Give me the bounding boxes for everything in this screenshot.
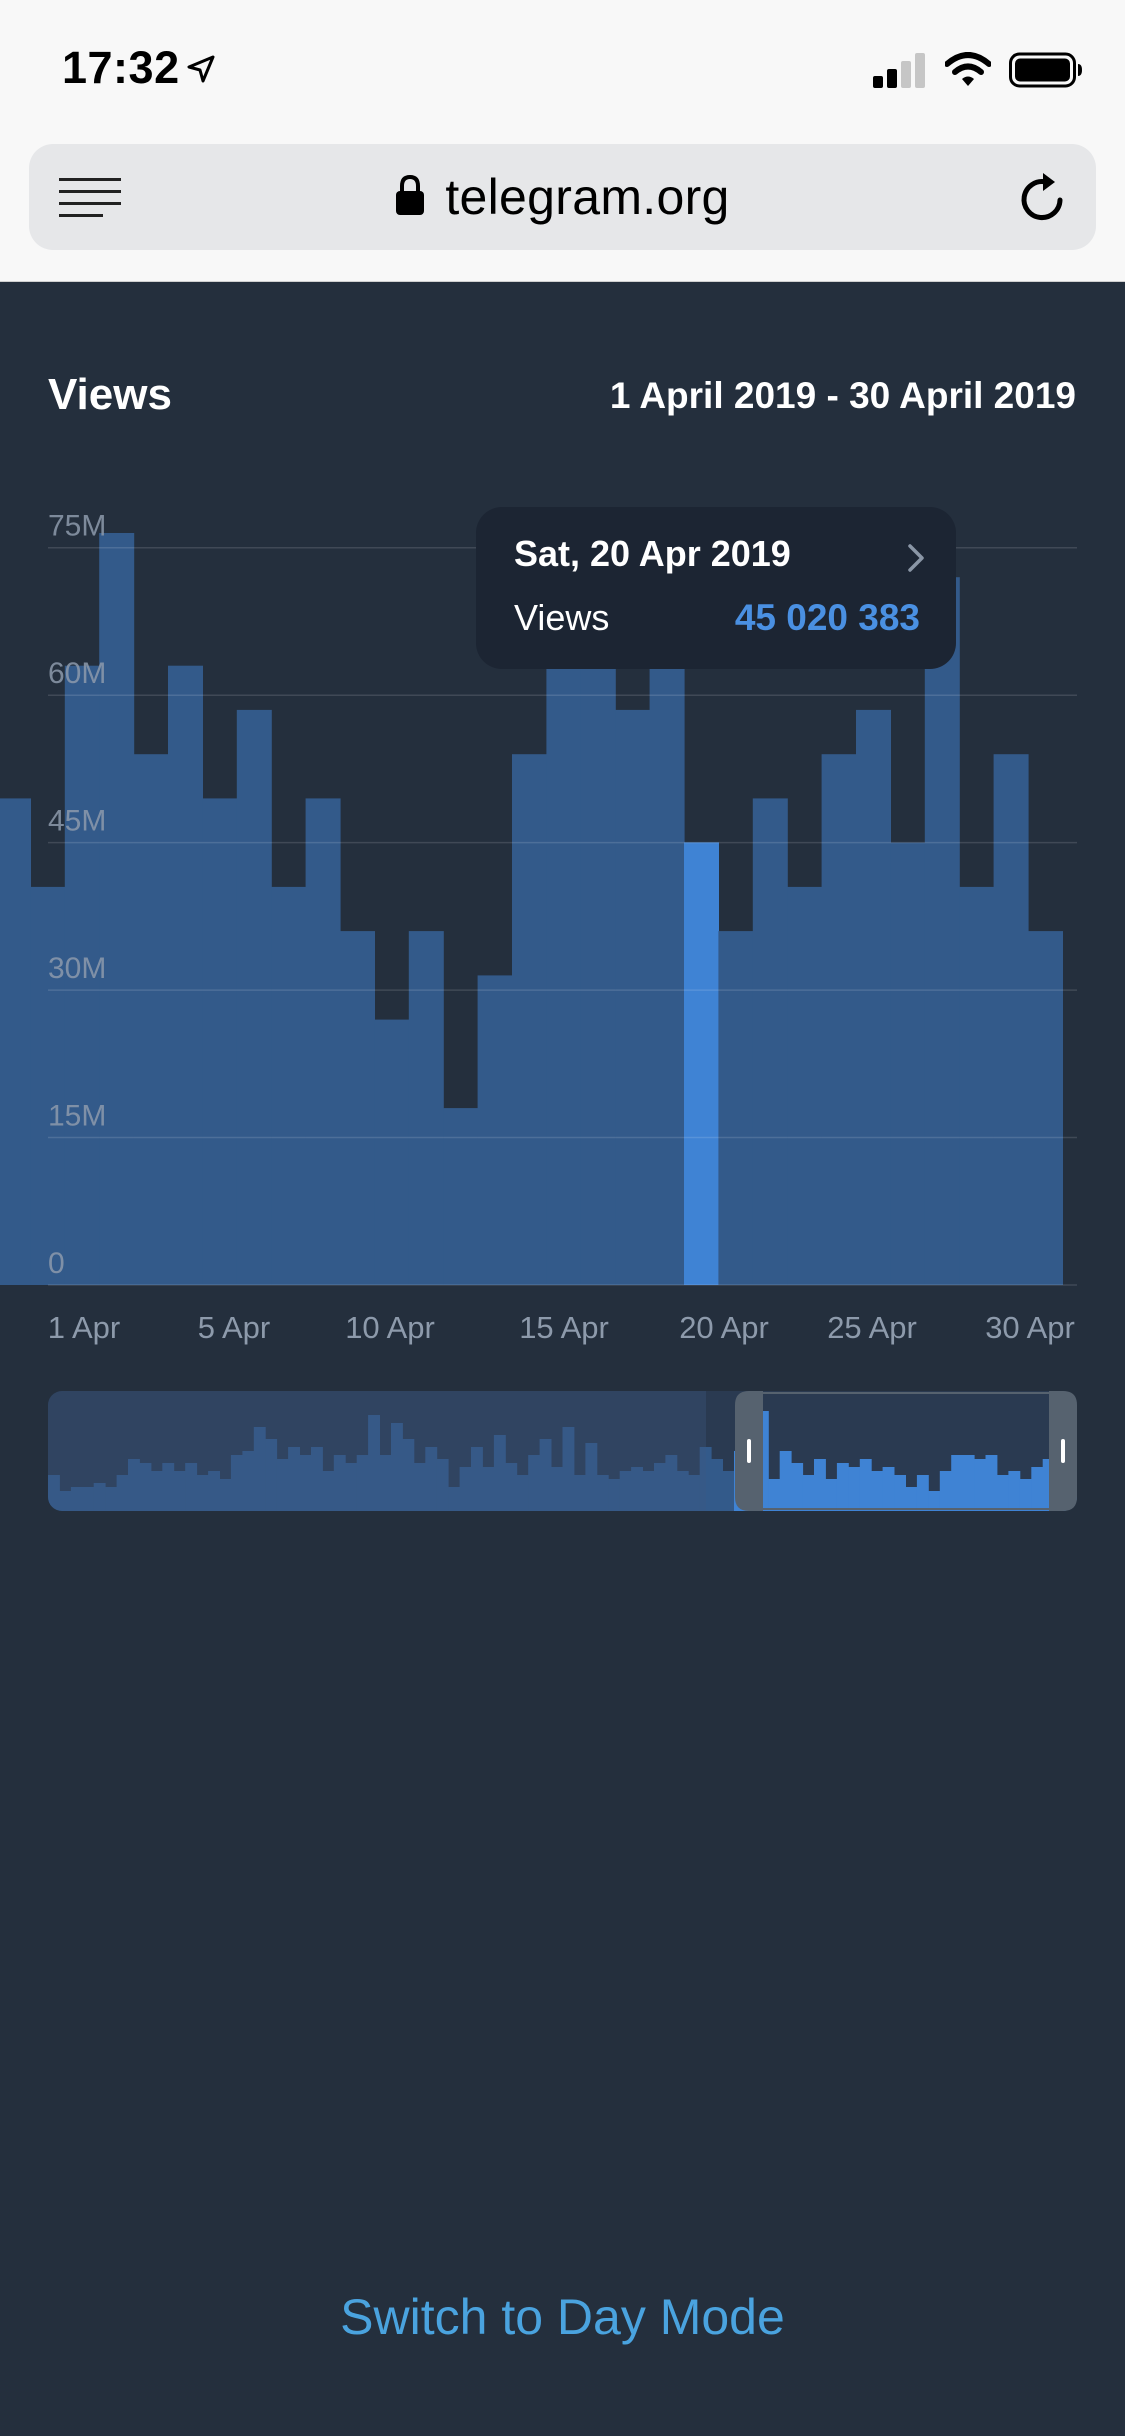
bar-19-apr bbox=[649, 665, 685, 1285]
bar-15-apr bbox=[512, 754, 547, 1285]
y-tick-label: 60M bbox=[48, 657, 106, 690]
url-text[interactable]: telegram.org bbox=[445, 168, 729, 226]
navigator-bar bbox=[711, 1459, 723, 1511]
chart-title: Views bbox=[48, 370, 172, 419]
lock-icon bbox=[396, 174, 425, 215]
chart-date-range: 1 April 2019 - 30 April 2019 bbox=[609, 375, 1076, 416]
x-tick-label: 20 Apr bbox=[679, 1310, 769, 1345]
navigator-bar bbox=[768, 1479, 781, 1511]
reload-icon[interactable] bbox=[1016, 170, 1072, 226]
location-arrow-icon bbox=[187, 55, 215, 83]
navigator-bar bbox=[1008, 1471, 1021, 1511]
navigator-bar bbox=[859, 1459, 872, 1511]
switch-day-mode-link[interactable]: Switch to Day Mode bbox=[0, 2288, 1125, 2346]
chevron-right-icon bbox=[908, 544, 924, 572]
navigator-bar bbox=[985, 1455, 998, 1511]
tooltip-value: 45 020 383 bbox=[734, 597, 920, 638]
bar-17-apr bbox=[580, 621, 616, 1285]
right-handle-grip bbox=[1061, 1439, 1065, 1463]
battery-icon bbox=[1009, 52, 1082, 88]
tooltip-series-label: Views bbox=[514, 597, 610, 638]
navigator-bar bbox=[871, 1471, 884, 1511]
selection-top-border bbox=[749, 1392, 1049, 1394]
bar-12-apr bbox=[408, 931, 444, 1285]
bar-11-apr bbox=[374, 1019, 410, 1285]
bar-18-apr bbox=[615, 709, 651, 1285]
y-tick-label: 0 bbox=[48, 1247, 65, 1280]
navigator-bar bbox=[882, 1467, 895, 1511]
x-tick-label: 1 Apr bbox=[48, 1310, 120, 1345]
navigator-bar bbox=[997, 1475, 1009, 1511]
bar-31-mar bbox=[0, 798, 31, 1285]
x-tick-label: 5 Apr bbox=[198, 1310, 270, 1345]
bar-27-apr bbox=[924, 577, 960, 1285]
navigator-bar bbox=[825, 1479, 838, 1511]
status-time: 17:32 bbox=[62, 42, 180, 93]
navigator-bar bbox=[951, 1455, 964, 1511]
bar-24-apr bbox=[821, 754, 857, 1285]
bar-29-apr bbox=[993, 754, 1029, 1285]
bar-30-apr bbox=[1028, 931, 1063, 1285]
x-tick-label: 30 Apr bbox=[985, 1310, 1075, 1345]
status-bar: 17:32 bbox=[0, 0, 1125, 140]
navigator-bar bbox=[939, 1471, 952, 1511]
navigator-bar bbox=[814, 1459, 826, 1511]
bar-14-apr bbox=[477, 975, 513, 1285]
address-bar[interactable]: telegram.org bbox=[29, 144, 1096, 250]
bar-4-apr bbox=[133, 754, 169, 1285]
bar-5-apr bbox=[168, 665, 203, 1285]
bar-25-apr bbox=[856, 709, 891, 1285]
x-tick-label: 25 Apr bbox=[827, 1310, 917, 1345]
wifi-icon bbox=[945, 52, 991, 86]
navigator-bar bbox=[791, 1463, 804, 1511]
navigator-bar bbox=[1019, 1479, 1032, 1511]
range-navigator[interactable] bbox=[0, 1380, 1125, 1520]
bar-8-apr bbox=[271, 886, 307, 1285]
x-axis: 1 Apr 5 Apr 10 Apr 15 Apr 20 Apr 25 Apr 30 Apr bbox=[48, 1310, 1075, 1345]
navigator-bar bbox=[974, 1459, 986, 1511]
navigator-bar bbox=[802, 1475, 815, 1511]
bar-10-apr bbox=[340, 931, 375, 1285]
bar-20-apr bbox=[684, 842, 719, 1285]
navigator-bar bbox=[848, 1467, 861, 1511]
navigator-track bbox=[48, 1391, 1077, 1511]
bar-21-apr bbox=[718, 931, 754, 1285]
bar-9-apr bbox=[305, 798, 341, 1285]
navigator-unselected-mask bbox=[48, 1391, 706, 1511]
x-tick-label: 10 Apr bbox=[345, 1310, 435, 1345]
bar-28-apr bbox=[959, 886, 995, 1285]
y-tick-label: 45M bbox=[48, 805, 106, 838]
navigator-bar bbox=[1031, 1467, 1044, 1511]
x-tick-label: 15 Apr bbox=[519, 1310, 609, 1345]
left-handle-grip bbox=[747, 1439, 751, 1463]
bar-23-apr bbox=[787, 886, 823, 1285]
navigator-bar bbox=[916, 1475, 929, 1511]
y-tick-label: 15M bbox=[48, 1100, 106, 1133]
status-icons bbox=[873, 52, 1083, 88]
bar-16-apr bbox=[546, 665, 582, 1285]
navigator-bar bbox=[905, 1487, 918, 1511]
bar-13-apr bbox=[443, 1108, 479, 1285]
bar-7-apr bbox=[236, 709, 272, 1285]
tooltip-date: Sat, 20 Apr 2019 bbox=[514, 533, 791, 574]
navigator-bar bbox=[894, 1475, 906, 1511]
y-tick-label: 75M bbox=[48, 510, 106, 543]
browser-bar: telegram.org bbox=[0, 140, 1125, 282]
bar-1-apr bbox=[30, 886, 66, 1285]
navigator-bar bbox=[779, 1451, 792, 1511]
y-tick-label: 30M bbox=[48, 952, 106, 985]
cellular-signal-icon bbox=[873, 53, 925, 88]
selection-bottom-border bbox=[749, 1508, 1049, 1510]
bar-22-apr bbox=[752, 798, 788, 1285]
bar-6-apr bbox=[202, 798, 238, 1285]
bar-3-apr bbox=[99, 533, 135, 1285]
bar-26-apr bbox=[890, 842, 926, 1285]
chart-tooltip[interactable]: Sat, 20 Apr 2019 Views 45 020 383 bbox=[476, 507, 956, 669]
navigator-bar bbox=[722, 1471, 735, 1511]
navigator-bar bbox=[836, 1463, 849, 1511]
navigator-bar bbox=[962, 1455, 975, 1511]
